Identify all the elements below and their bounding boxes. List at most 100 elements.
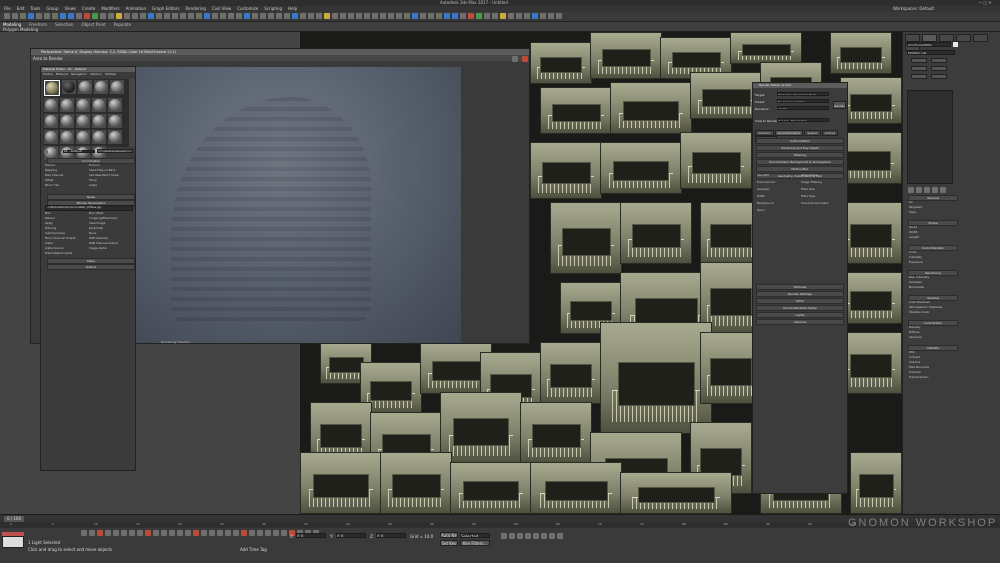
menu-scripting[interactable]: Scripting — [264, 6, 282, 11]
toolbar-icon[interactable] — [332, 13, 338, 19]
status-tool-icon[interactable] — [89, 530, 95, 536]
ribbon-tab-selection[interactable]: Selection — [55, 22, 73, 27]
status-tool-icon[interactable] — [161, 530, 167, 536]
menu-group[interactable]: Group — [46, 6, 58, 11]
status-tool-icon[interactable] — [281, 530, 287, 536]
status-tool-icon[interactable] — [265, 530, 271, 536]
toolbar-icon[interactable] — [244, 13, 250, 19]
rs-rollout[interactable]: Render Settings — [756, 291, 844, 297]
menu-views[interactable]: Views — [65, 6, 77, 11]
toolbar-icon[interactable] — [292, 13, 298, 19]
menu-help[interactable]: Help — [288, 6, 297, 11]
toolbar-icon[interactable] — [388, 13, 394, 19]
material-slot[interactable] — [108, 114, 122, 128]
menu-edit[interactable]: Edit — [17, 6, 25, 11]
rs-rollout[interactable]: AOVs — [756, 298, 844, 304]
menu-modifiers[interactable]: Modifiers — [101, 6, 119, 11]
toolbar-icon[interactable] — [372, 13, 378, 19]
toolbar-icon[interactable] — [252, 13, 258, 19]
status-tool-icon[interactable] — [225, 530, 231, 536]
material-slot[interactable] — [44, 80, 60, 96]
z-coord-field[interactable]: 0.0 — [376, 533, 406, 538]
toolbar-icon[interactable] — [348, 13, 354, 19]
toolbar-icon[interactable] — [484, 13, 490, 19]
toolbar-icon[interactable] — [28, 13, 34, 19]
toolbar-icon[interactable] — [124, 13, 130, 19]
toolbar-icon[interactable] — [540, 13, 546, 19]
maxscript-listener[interactable] — [2, 536, 24, 548]
toolbar-icon[interactable] — [116, 13, 122, 19]
status-tool-icon[interactable] — [137, 530, 143, 536]
toolbar-icon[interactable] — [12, 13, 18, 19]
toolbar-icon[interactable] — [228, 13, 234, 19]
mat-menu-utilities[interactable]: Utilities — [105, 72, 116, 76]
toolbar-icon[interactable] — [412, 13, 418, 19]
cp-tab-modify[interactable] — [922, 34, 937, 42]
status-tool-icon[interactable] — [273, 530, 279, 536]
toolbar-icon[interactable] — [196, 13, 202, 19]
playback-button[interactable] — [517, 533, 523, 539]
mat-menu-navigation[interactable]: Navigation — [71, 72, 87, 76]
toolbar-icon[interactable] — [4, 13, 10, 19]
object-name-field[interactable]: Arnold Light001 — [907, 42, 951, 47]
material-slot[interactable] — [108, 98, 122, 112]
preset-dropdown[interactable]: No preset selected — [777, 99, 829, 103]
toolbar-icon[interactable] — [60, 13, 66, 19]
auto-key-button[interactable]: Auto Key — [440, 532, 458, 538]
menu-animation[interactable]: Animation — [126, 6, 146, 11]
toolbar-icon[interactable] — [148, 13, 154, 19]
material-slot[interactable] — [44, 114, 58, 128]
toolbar-icon[interactable] — [324, 13, 330, 19]
toolbar-icon[interactable] — [236, 13, 242, 19]
set-key-button[interactable]: Set Key — [440, 540, 458, 546]
toolbar-icon[interactable] — [276, 13, 282, 19]
toolbar-icon[interactable] — [52, 13, 58, 19]
cp-tab-create[interactable] — [905, 34, 920, 42]
ribbon-tab-object-paint[interactable]: Object Paint — [81, 22, 105, 27]
rs-tab-archive[interactable]: Archive — [821, 130, 839, 136]
toolbar-icon[interactable] — [364, 13, 370, 19]
toolbar-icon[interactable] — [452, 13, 458, 19]
ribbon-tab-populate[interactable]: Populate — [114, 22, 131, 27]
material-slot[interactable] — [92, 114, 106, 128]
toolbar-icon[interactable] — [284, 13, 290, 19]
material-slot[interactable] — [92, 98, 106, 112]
toolbar-icon[interactable] — [460, 13, 466, 19]
toolbar-icon[interactable] — [76, 13, 82, 19]
menu-create[interactable]: Create — [82, 6, 95, 11]
toolbar-icon[interactable] — [436, 13, 442, 19]
toolbar-icon[interactable] — [316, 13, 322, 19]
playback-button[interactable] — [501, 533, 507, 539]
toolbar-icon[interactable] — [396, 13, 402, 19]
key-selection-dropdown[interactable]: Selected — [460, 533, 490, 538]
material-slot[interactable] — [92, 130, 106, 144]
material-slot[interactable] — [60, 98, 74, 112]
toolbar-icon[interactable] — [428, 13, 434, 19]
toolbar-icon[interactable] — [220, 13, 226, 19]
mat-menu-material[interactable]: Material — [56, 72, 68, 76]
toolbar-icon[interactable] — [268, 13, 274, 19]
toolbar-icon[interactable] — [500, 13, 506, 19]
playback-button[interactable] — [525, 533, 531, 539]
toolbar-icon[interactable] — [212, 13, 218, 19]
material-slot[interactable] — [94, 80, 108, 94]
material-slot[interactable] — [44, 98, 58, 112]
target-dropdown[interactable]: Production Rendering Mode — [777, 92, 829, 96]
rs-rollout[interactable]: Environment, Background & Atmosphere — [756, 159, 844, 165]
cp-tab-hierarchy[interactable] — [939, 34, 954, 42]
material-slot[interactable] — [76, 130, 90, 144]
area-to-render-label[interactable]: Area to Render — [33, 56, 63, 61]
add-time-tag[interactable]: Add Time Tag — [240, 547, 267, 552]
status-tool-icon[interactable] — [153, 530, 159, 536]
material-slot[interactable] — [44, 130, 58, 144]
menu-file[interactable]: File — [4, 6, 11, 11]
menu-graph-editors[interactable]: Graph Editors — [152, 6, 179, 11]
material-slot[interactable] — [108, 130, 122, 144]
toolbar-icon[interactable] — [492, 13, 498, 19]
status-tool-icon[interactable] — [209, 530, 215, 536]
status-tool-icon[interactable] — [241, 530, 247, 536]
renderer-dropdown[interactable]: Arnold — [777, 106, 829, 110]
material-type-button[interactable]: Arch & Design — [97, 149, 133, 153]
status-tool-icon[interactable] — [201, 530, 207, 536]
menu-rendering[interactable]: Rendering — [186, 6, 206, 11]
